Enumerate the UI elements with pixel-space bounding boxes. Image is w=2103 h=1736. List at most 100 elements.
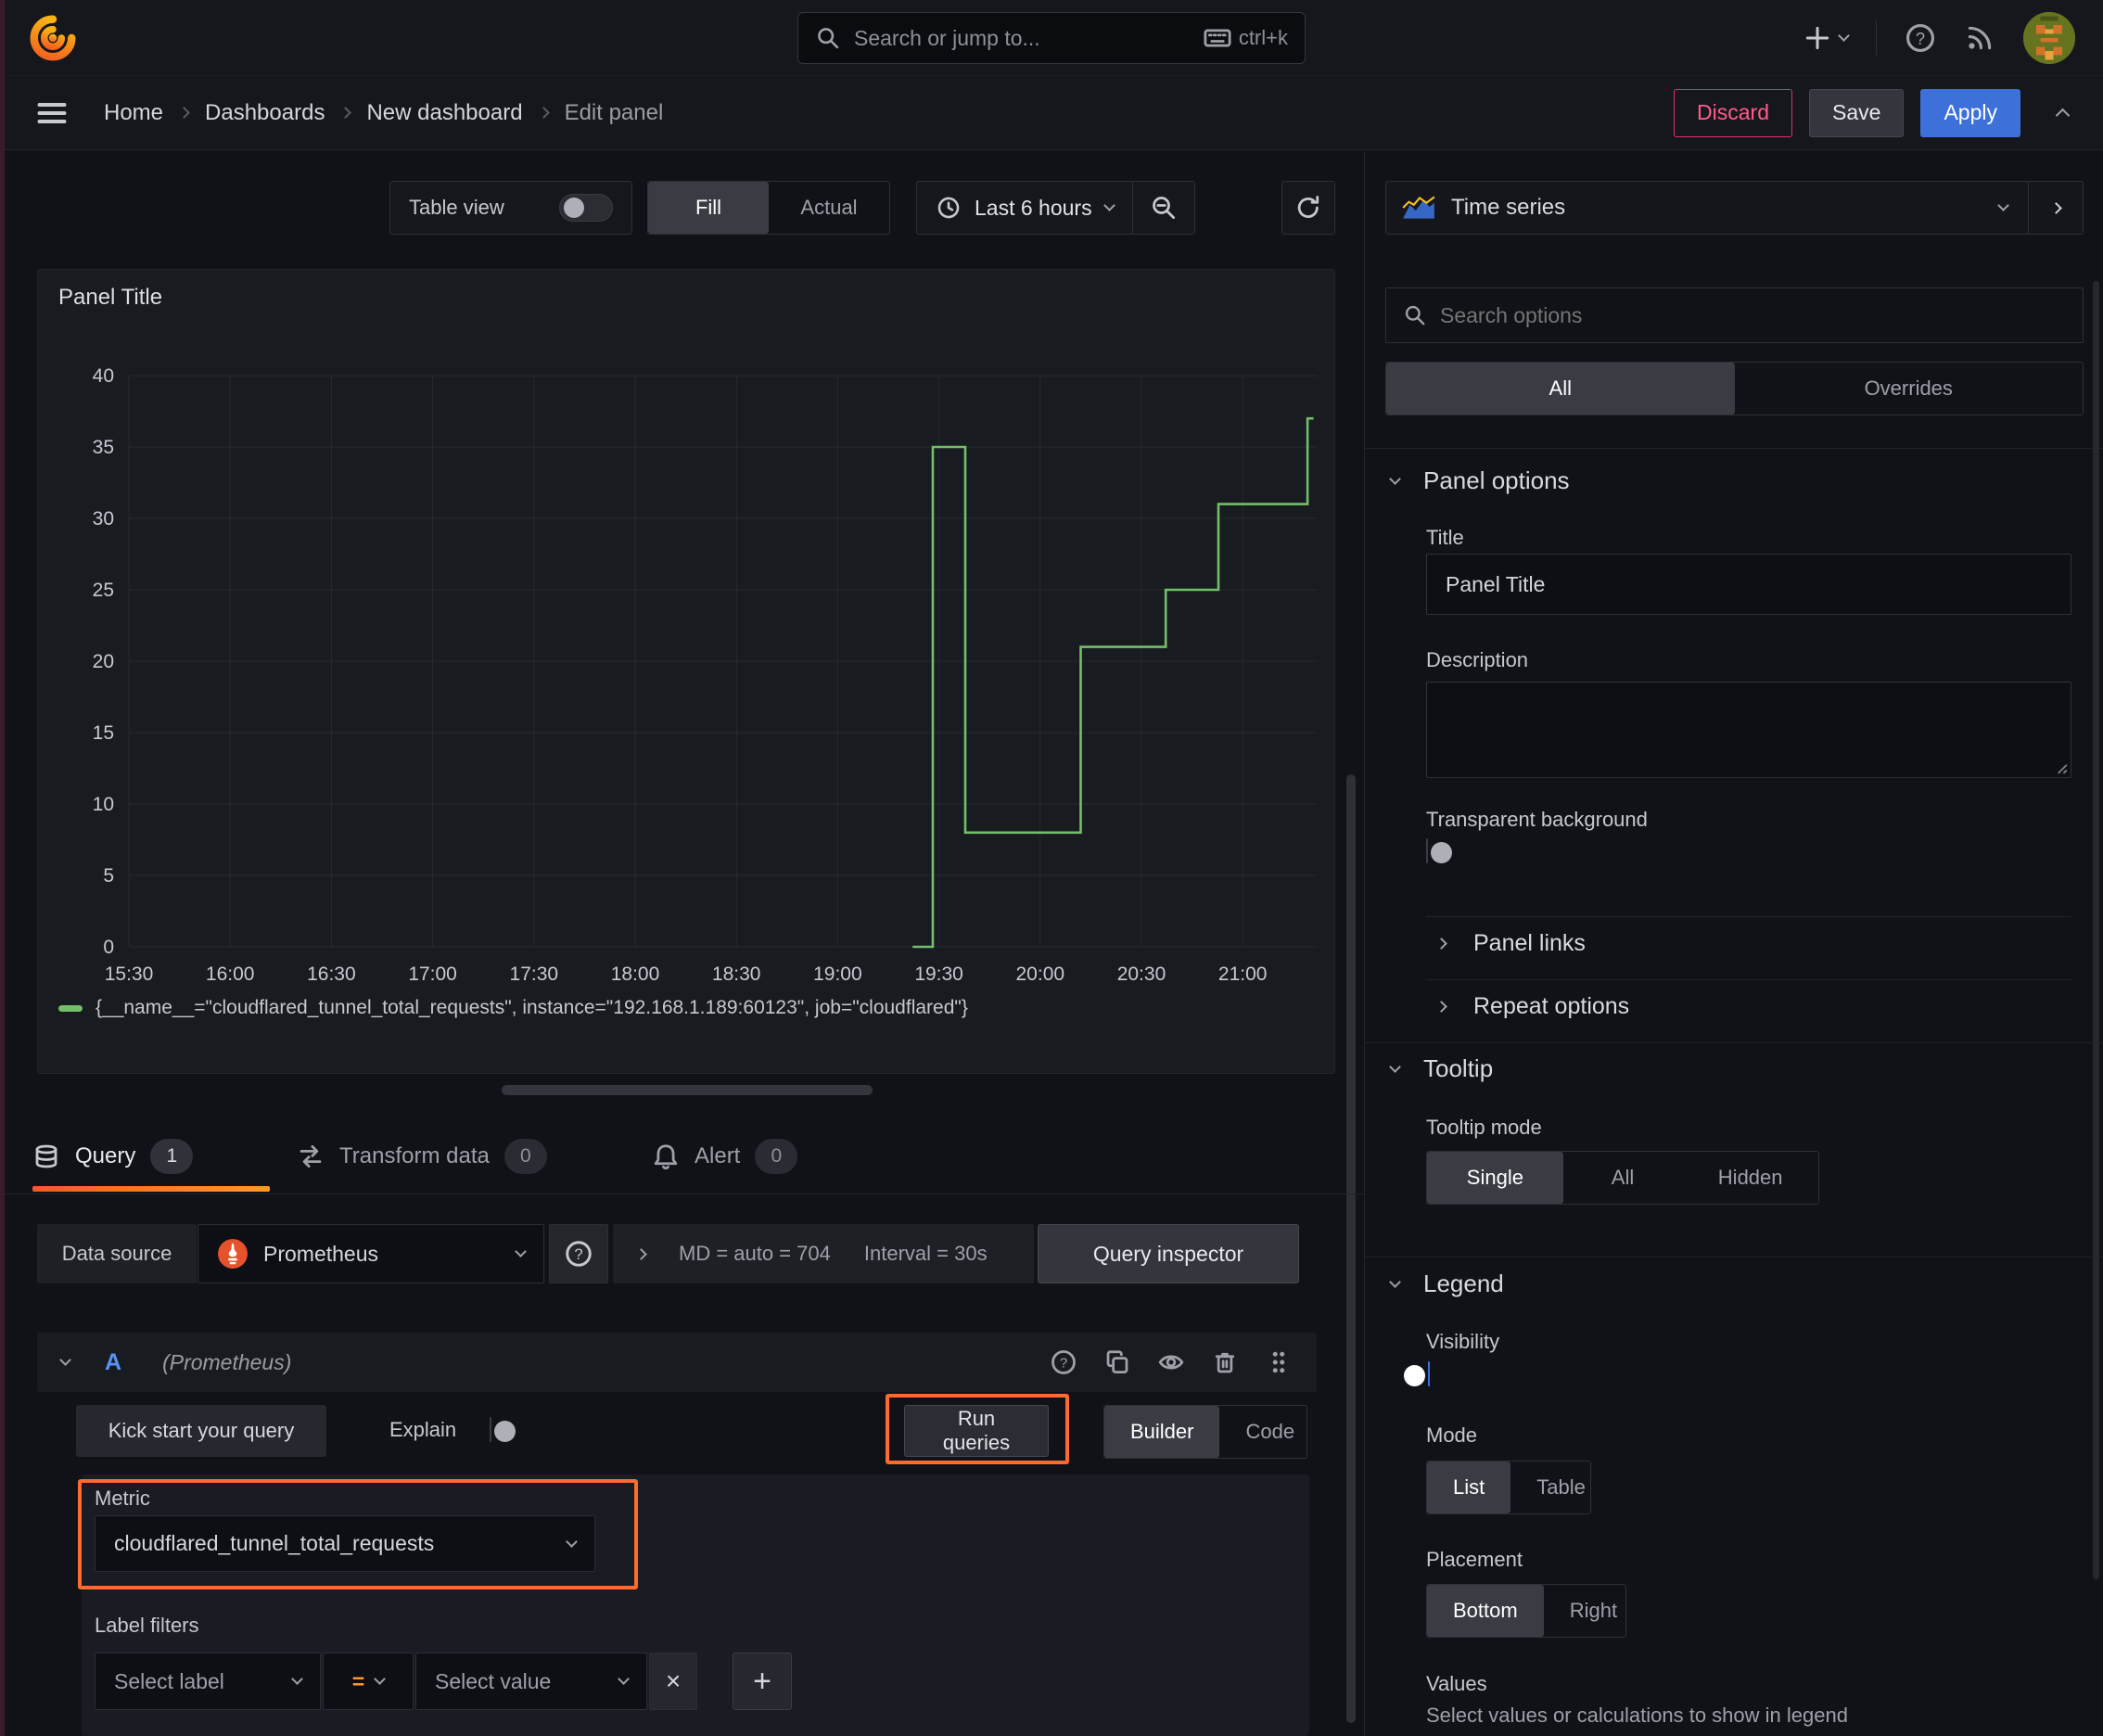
transparent-bg-toggle[interactable] xyxy=(1426,838,1452,863)
chevron-down-icon[interactable] xyxy=(59,1354,71,1366)
query-options-summary[interactable]: MD = auto = 704 Interval = 30s xyxy=(613,1224,1034,1283)
collapse-options-pane-button[interactable] xyxy=(2055,106,2071,122)
tab-alert-label: Alert xyxy=(695,1143,741,1168)
explain-toggle[interactable] xyxy=(490,1417,516,1442)
repeat-options-heading: Repeat options xyxy=(1473,992,1630,1019)
svg-text:15:30: 15:30 xyxy=(105,964,154,984)
tab-transform-data[interactable]: Transform data 0 xyxy=(297,1130,547,1182)
legend-placement-right[interactable]: Right xyxy=(1544,1585,1625,1637)
builder-option[interactable]: Builder xyxy=(1104,1406,1220,1458)
discard-button[interactable]: Discard xyxy=(1674,88,1793,137)
legend-mode-list[interactable]: List xyxy=(1427,1462,1511,1513)
fill-option[interactable]: Fill xyxy=(648,182,769,234)
active-tab-underline xyxy=(32,1186,270,1192)
visualization-picker[interactable]: Time series xyxy=(1385,181,2084,235)
zoom-out-icon[interactable] xyxy=(1133,182,1194,234)
apply-button[interactable]: Apply xyxy=(1920,88,2020,137)
metric-label: Metric xyxy=(95,1487,150,1510)
tab-query-label: Query xyxy=(75,1143,136,1168)
resize-handle-icon[interactable] xyxy=(2053,760,2068,774)
chevron-down-icon xyxy=(1997,199,2009,211)
title-field[interactable] xyxy=(1426,554,2071,615)
tooltip-header[interactable]: Tooltip xyxy=(1389,1054,1493,1083)
breadcrumb-item-dashboards[interactable]: Dashboards xyxy=(205,100,325,126)
datasource-picker[interactable]: Prometheus xyxy=(198,1224,544,1283)
remove-filter-button[interactable]: × xyxy=(649,1653,697,1710)
tooltip-mode-all[interactable]: All xyxy=(1563,1152,1683,1204)
legend-visibility-toggle[interactable] xyxy=(1404,1361,1430,1386)
kick-start-query-button[interactable]: Kick start your query xyxy=(76,1405,326,1457)
legend-placement-bottom[interactable]: Bottom xyxy=(1427,1585,1544,1637)
news-icon[interactable] xyxy=(1964,22,1995,54)
breadcrumb-item-home[interactable]: Home xyxy=(104,100,163,126)
clock-icon xyxy=(936,195,962,221)
chevron-down-icon xyxy=(1838,29,1850,42)
global-search-input[interactable] xyxy=(854,25,1191,51)
user-avatar[interactable] xyxy=(2023,11,2075,64)
tab-query[interactable]: Query 1 xyxy=(32,1130,194,1182)
horizontal-scrollbar[interactable] xyxy=(502,1085,873,1095)
metric-select[interactable]: cloudflared_tunnel_total_requests xyxy=(95,1515,595,1572)
breadcrumb-bar: Home Dashboards New dashboard Edit panel… xyxy=(0,76,2103,150)
tab-overrides[interactable]: Overrides xyxy=(1735,363,2084,415)
select-label-dropdown[interactable]: Select label xyxy=(95,1653,321,1710)
panel-links-section[interactable]: Panel links xyxy=(1435,917,1586,969)
disable-query-eye-icon[interactable] xyxy=(1157,1348,1185,1376)
top-bar: ctrl+k ? xyxy=(0,0,2103,76)
query-inspector-button[interactable]: Query inspector xyxy=(1038,1224,1299,1283)
panel-options-header[interactable]: Panel options xyxy=(1389,466,1570,495)
legend-header[interactable]: Legend xyxy=(1389,1270,1504,1298)
legend-mode-table[interactable]: Table xyxy=(1510,1462,1590,1513)
tooltip-mode-hidden[interactable]: Hidden xyxy=(1682,1152,1818,1204)
search-options-box[interactable] xyxy=(1385,287,2084,343)
grafana-logo-icon[interactable] xyxy=(28,13,78,63)
breadcrumb-item-new-dashboard[interactable]: New dashboard xyxy=(366,100,522,126)
operator-dropdown[interactable]: = xyxy=(323,1653,414,1710)
chart-panel[interactable]: Panel Title 0 5 10 15 20 25 30 35 40 15:30 16:00 16… xyxy=(37,269,1335,1074)
tab-alert[interactable]: Alert 0 xyxy=(652,1130,798,1182)
select-value-dropdown[interactable]: Select value xyxy=(415,1653,647,1710)
query-row-header[interactable]: A (Prometheus) ? xyxy=(37,1333,1317,1392)
search-options-input[interactable] xyxy=(1440,302,2066,328)
chevron-up-icon xyxy=(2055,108,2071,122)
grafana-app: ctrl+k ? xyxy=(0,0,2103,1736)
tab-all[interactable]: All xyxy=(1386,363,1735,415)
svg-text:17:00: 17:00 xyxy=(408,964,457,984)
panel-title: Panel Title xyxy=(58,285,163,310)
tooltip-mode-label: Tooltip mode xyxy=(1426,1116,1542,1139)
tooltip-mode-single[interactable]: Single xyxy=(1427,1152,1563,1204)
close-icon: × xyxy=(665,1666,682,1695)
collapse-pane-button[interactable] xyxy=(2029,182,2083,234)
duplicate-query-icon[interactable] xyxy=(1103,1348,1131,1376)
shortcut-label: ctrl+k xyxy=(1238,26,1288,49)
drag-handle-icon[interactable] xyxy=(1265,1348,1293,1376)
global-search[interactable]: ctrl+k xyxy=(797,12,1306,64)
max-data-points-summary: MD = auto = 704 xyxy=(679,1242,831,1265)
actual-option[interactable]: Actual xyxy=(769,182,889,234)
vertical-scrollbar[interactable] xyxy=(1346,774,1356,1723)
refresh-button[interactable] xyxy=(1281,181,1335,235)
search-shortcut: ctrl+k xyxy=(1204,24,1288,52)
code-option[interactable]: Code xyxy=(1219,1406,1306,1458)
menu-icon[interactable] xyxy=(35,96,69,130)
chevron-down-icon xyxy=(618,1673,630,1685)
run-queries-button[interactable]: Run queries xyxy=(904,1405,1049,1457)
add-menu-button[interactable] xyxy=(1803,23,1850,53)
add-filter-button[interactable]: + xyxy=(733,1653,792,1710)
timeseries-chart[interactable]: 0 5 10 15 20 25 30 35 40 15:30 16:00 16:30 17:00 17:3… xyxy=(45,316,1329,984)
table-view-toggle[interactable] xyxy=(559,194,613,222)
save-button[interactable]: Save xyxy=(1809,88,1905,137)
chevron-right-icon xyxy=(2049,201,2062,214)
query-help-icon[interactable]: ? xyxy=(1050,1348,1077,1376)
description-field[interactable] xyxy=(1426,682,2071,778)
time-range-picker[interactable]: Last 6 hours xyxy=(917,182,1132,234)
legend-placement-switch: Bottom Right xyxy=(1426,1584,1626,1638)
legend-visibility-label: Visibility xyxy=(1426,1330,1500,1353)
legend-mode-label: Mode xyxy=(1426,1423,1478,1447)
options-pane-scrollbar[interactable] xyxy=(2093,281,2099,1579)
trash-icon[interactable] xyxy=(1211,1348,1239,1376)
datasource-help-button[interactable]: ? xyxy=(549,1224,608,1283)
chart-legend[interactable]: {__name__="cloudflared_tunnel_total_requ… xyxy=(58,997,968,1019)
help-icon[interactable]: ? xyxy=(1905,22,1936,54)
repeat-options-section[interactable]: Repeat options xyxy=(1435,980,1630,1032)
